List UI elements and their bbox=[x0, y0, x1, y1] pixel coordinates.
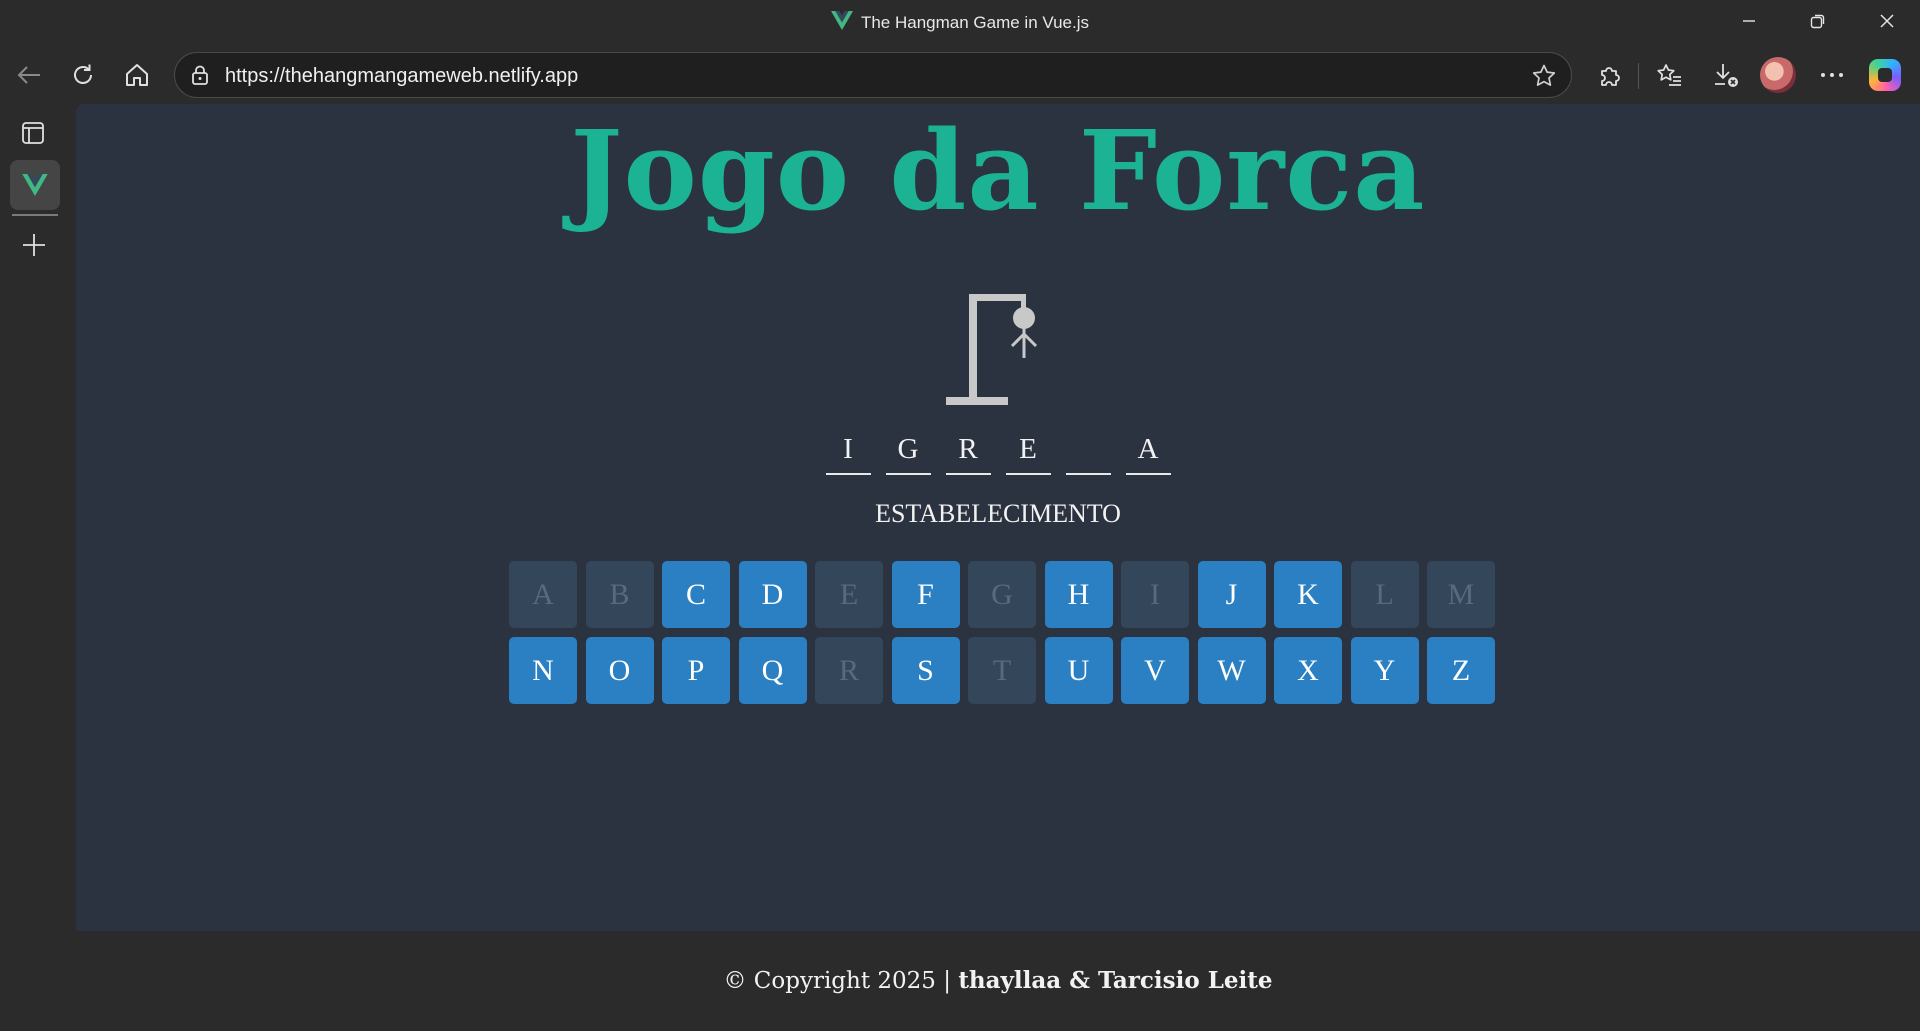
letter-key-f[interactable]: F bbox=[891, 561, 960, 628]
gallows-pole bbox=[969, 294, 977, 402]
tab-actions-button[interactable] bbox=[20, 120, 46, 151]
copyright-prefix: © Copyright 2025 | bbox=[723, 968, 959, 994]
settings-more-button[interactable] bbox=[1812, 50, 1852, 100]
refresh-icon bbox=[74, 64, 92, 84]
letter-key-g: G bbox=[968, 561, 1036, 628]
home-icon bbox=[126, 64, 148, 86]
vertical-tabs-rail bbox=[0, 104, 70, 1031]
minimize-icon bbox=[1743, 20, 1755, 22]
letter-slot bbox=[1065, 429, 1111, 475]
letter-key-q[interactable]: Q bbox=[738, 637, 807, 704]
letter-key-j[interactable]: J bbox=[1197, 561, 1266, 628]
restore-button[interactable] bbox=[1803, 8, 1833, 34]
letter-key-u[interactable]: U bbox=[1044, 637, 1113, 704]
copyright-text: © Copyright 2025 | thayllaa & Tarcisio L… bbox=[76, 967, 1920, 994]
page-footer: © Copyright 2025 | thayllaa & Tarcisio L… bbox=[76, 931, 1920, 1031]
browser-toolbar: https://thehangmangameweb.netlify.app bbox=[0, 50, 1920, 100]
hangman-gallows bbox=[946, 294, 1038, 405]
download-icon bbox=[1715, 64, 1738, 87]
letter-key-z[interactable]: Z bbox=[1427, 637, 1495, 704]
letter-key-r: R bbox=[815, 637, 883, 704]
new-tab-button[interactable] bbox=[21, 232, 47, 263]
arrow-left-icon bbox=[17, 66, 40, 84]
letter-keyboard: ABCDEFGHIJKLM NOPQRSTUVWXYZ bbox=[509, 561, 1499, 704]
game-title: Jogo da Forca bbox=[570, 106, 1426, 235]
window-title-text: The Hangman Game in Vue.js bbox=[860, 13, 1090, 32]
window-titlebar: The Hangman Game in Vue.js bbox=[0, 0, 1920, 44]
extensions-button[interactable] bbox=[1590, 50, 1630, 100]
letter-key-l: L bbox=[1350, 561, 1419, 628]
letter-key-m: M bbox=[1427, 561, 1495, 628]
window-title: The Hangman Game in Vue.js bbox=[0, 11, 1920, 33]
back-button[interactable] bbox=[9, 50, 49, 100]
letter-key-b: B bbox=[585, 561, 654, 628]
letter-key-n[interactable]: N bbox=[509, 637, 577, 704]
letter-key-o[interactable]: O bbox=[585, 637, 654, 704]
hangman-left-arm bbox=[1010, 332, 1026, 348]
letter-slot: R bbox=[945, 429, 991, 475]
hangman-right-arm bbox=[1022, 332, 1038, 348]
letter-slot: I bbox=[825, 429, 871, 475]
letter-key-w[interactable]: W bbox=[1197, 637, 1266, 704]
toolbar-separator bbox=[1638, 63, 1639, 89]
copilot-icon[interactable] bbox=[1869, 59, 1901, 91]
tab-divider bbox=[12, 214, 58, 216]
letter-key-v[interactable]: V bbox=[1121, 637, 1189, 704]
gallows-beam bbox=[969, 294, 1026, 301]
letter-key-c[interactable]: C bbox=[662, 561, 730, 628]
minimize-button[interactable] bbox=[1734, 8, 1764, 34]
tab-actions-icon bbox=[22, 122, 44, 144]
vue-logo-icon bbox=[22, 174, 48, 196]
letter-key-a: A bbox=[509, 561, 577, 628]
letter-key-y[interactable]: Y bbox=[1350, 637, 1419, 704]
favorites-list-icon bbox=[1657, 64, 1681, 86]
letter-key-i: I bbox=[1121, 561, 1189, 628]
letter-key-e: E bbox=[815, 561, 883, 628]
letter-key-h[interactable]: H bbox=[1044, 561, 1113, 628]
letter-key-k[interactable]: K bbox=[1274, 561, 1342, 628]
letter-slot: G bbox=[885, 429, 931, 475]
vue-logo-icon bbox=[830, 11, 853, 30]
puzzle-icon bbox=[1601, 67, 1620, 86]
home-button[interactable] bbox=[117, 50, 157, 100]
url-text[interactable]: https://thehangmangameweb.netlify.app bbox=[225, 65, 578, 88]
letter-key-s[interactable]: S bbox=[891, 637, 960, 704]
address-bar[interactable]: https://thehangmangameweb.netlify.app bbox=[174, 52, 1572, 98]
secret-word: I G R E A bbox=[76, 429, 1920, 475]
letter-slot: A bbox=[1125, 429, 1171, 475]
plus-icon bbox=[23, 234, 45, 256]
letter-key-t: T bbox=[968, 637, 1036, 704]
letter-slot: E bbox=[1005, 429, 1051, 475]
page-viewport: Jogo da Forca I G R E A ESTABELECIMENTO … bbox=[76, 104, 1920, 1031]
more-dots-icon bbox=[1821, 73, 1843, 77]
favorites-button[interactable] bbox=[1649, 50, 1689, 100]
authors-name: thayllaa & Tarcisio Leite bbox=[958, 967, 1273, 994]
letter-key-p[interactable]: P bbox=[662, 637, 730, 704]
letter-key-d[interactable]: D bbox=[738, 561, 807, 628]
letter-key-x[interactable]: X bbox=[1274, 637, 1342, 704]
refresh-button[interactable] bbox=[63, 50, 103, 100]
restore-icon bbox=[1810, 14, 1825, 29]
site-info-lock-icon[interactable] bbox=[189, 64, 211, 86]
word-hint: ESTABELECIMENTO bbox=[875, 499, 1121, 528]
profile-avatar[interactable] bbox=[1760, 57, 1796, 93]
downloads-button[interactable] bbox=[1706, 50, 1746, 100]
favorite-star-icon[interactable] bbox=[1531, 63, 1557, 89]
close-icon bbox=[1880, 14, 1894, 28]
close-window-button[interactable] bbox=[1872, 8, 1902, 34]
tab-hangman-game[interactable] bbox=[10, 160, 60, 210]
gallows-rope bbox=[1021, 294, 1026, 309]
